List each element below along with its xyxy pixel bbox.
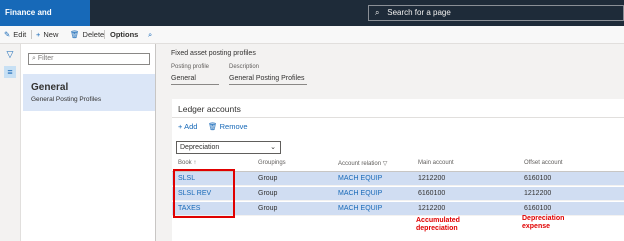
options-button[interactable]: Options	[110, 26, 138, 43]
divider	[172, 117, 624, 118]
table-row[interactable]: TAXES Group MACH EQUIP 1212200 6160100	[172, 202, 624, 216]
remove-button[interactable]: 🗑 Remove	[208, 122, 248, 131]
main-account-cell[interactable]: 6160100	[418, 187, 445, 200]
column-label: Book	[178, 160, 192, 166]
delete-label: Delete	[82, 30, 105, 39]
filter-icon[interactable]: ▽	[4, 48, 16, 60]
main-account-cell[interactable]: 1212200	[418, 202, 445, 215]
offset-account-cell[interactable]: 1212200	[524, 187, 551, 200]
left-rail: ▽ ≡	[0, 44, 21, 241]
grouping-cell[interactable]: Group	[258, 202, 277, 215]
action-pane: ✎ Edit + New 🗑 Delete Options ⌕	[0, 26, 624, 44]
highlight-box	[173, 169, 235, 218]
table-row[interactable]: SLSL Group MACH EQUIP 1212200 6160100	[172, 172, 624, 186]
search-icon: ⌕	[375, 8, 380, 17]
new-button[interactable]: + New	[36, 26, 58, 43]
annotation-offset-account: Depreciation expense	[522, 215, 564, 231]
transaction-type-dropdown[interactable]: Depreciation ⌄	[176, 141, 281, 154]
annotation-line: depreciation	[416, 225, 458, 232]
add-button[interactable]: + Add	[178, 122, 197, 131]
list-icon[interactable]: ≡	[4, 66, 16, 78]
plus-icon: +	[36, 30, 41, 39]
sort-up-icon: ↑	[193, 160, 197, 166]
relation-cell[interactable]: MACH EQUIP	[338, 187, 382, 200]
description-field[interactable]: General Posting Profiles	[229, 74, 307, 85]
annotation-line: expense	[522, 223, 551, 230]
add-label: Add	[184, 122, 198, 131]
table-header: Book ↑ Groupings Account relation ▽ Main…	[172, 159, 624, 172]
description-label: Description	[229, 64, 260, 70]
trash-icon: 🗑	[208, 122, 220, 131]
grouping-cell[interactable]: Group	[258, 172, 277, 185]
annotation-line: Depreciation	[522, 215, 565, 222]
filter-icon: ▽	[382, 161, 388, 167]
annotation-main-account: Accumulated depreciation	[416, 217, 460, 233]
column-offset-account[interactable]: Offset account	[524, 160, 563, 166]
column-book[interactable]: Book ↑	[178, 160, 196, 166]
list-pane: ⌕ Filter General General Posting Profile…	[21, 44, 156, 241]
dropdown-value: Depreciation	[180, 144, 220, 151]
pencil-icon: ✎	[4, 30, 11, 39]
new-label: New	[43, 30, 59, 39]
table-row[interactable]: SLSL REV Group MACH EQUIP 6160100 121220…	[172, 187, 624, 201]
divider	[31, 30, 32, 39]
filter-placeholder: Filter	[37, 55, 54, 62]
delete-button[interactable]: 🗑 Delete	[70, 26, 104, 43]
remove-label: Remove	[219, 122, 248, 131]
app-title[interactable]: Finance and Operations	[0, 0, 90, 43]
chevron-down-icon: ⌄	[270, 144, 276, 151]
top-navigation-bar: Finance and Operations ⌕ Search for a pa…	[0, 0, 624, 43]
posting-profile-label: Posting profile	[171, 64, 210, 70]
column-groupings[interactable]: Groupings	[258, 160, 286, 166]
offset-account-cell[interactable]: 6160100	[524, 202, 551, 215]
main-account-cell[interactable]: 1212200	[418, 172, 445, 185]
offset-account-cell[interactable]: 6160100	[524, 172, 551, 185]
list-item-subtitle: General Posting Profiles	[31, 96, 102, 103]
search-placeholder: Search for a page	[387, 8, 451, 17]
grouping-cell[interactable]: Group	[258, 187, 277, 200]
search-icon[interactable]: ⌕	[148, 26, 152, 43]
annotation-line: Accumulated	[416, 217, 460, 224]
list-item-general[interactable]: General General Posting Profiles	[23, 74, 155, 111]
list-item-title: General	[31, 82, 69, 93]
search-box[interactable]: ⌕ Search for a page	[368, 5, 624, 21]
relation-cell[interactable]: MACH EQUIP	[338, 202, 382, 215]
divider	[104, 30, 105, 39]
posting-profile-field[interactable]: General	[171, 74, 219, 85]
filter-input[interactable]: ⌕ Filter	[28, 53, 150, 65]
trash-icon: 🗑	[70, 30, 80, 39]
relation-cell[interactable]: MACH EQUIP	[338, 172, 382, 185]
section-title[interactable]: Ledger accounts	[178, 104, 241, 114]
edit-label: Edit	[13, 30, 27, 39]
column-account-relation[interactable]: Account relation ▽	[338, 160, 387, 167]
column-label: Account relation	[338, 161, 382, 167]
edit-button[interactable]: ✎ Edit	[4, 26, 26, 43]
breadcrumb: Fixed asset posting profiles	[171, 50, 256, 57]
column-main-account[interactable]: Main account	[418, 160, 454, 166]
